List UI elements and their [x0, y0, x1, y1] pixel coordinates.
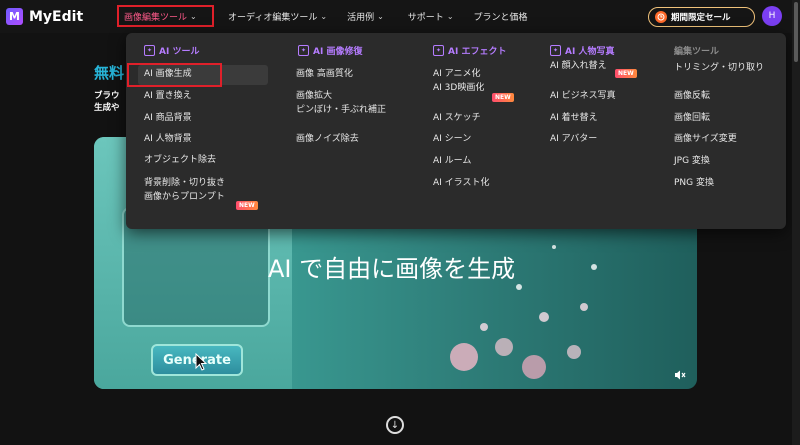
nav-image-tools-label: 画像編集ツール	[124, 12, 188, 23]
column-heading: ✦ AI ツール	[144, 43, 199, 57]
page: M MyEdit 画像編集ツール ⌄ オーディオ編集ツール ⌄ 活用例 ⌄ サポ…	[0, 0, 800, 445]
menu-item[interactable]: 画像サイズ変更	[674, 134, 737, 145]
column-ai-restore: ✦ AI 画像修復	[298, 43, 362, 57]
nav-image-tools[interactable]: 画像編集ツール ⌄	[117, 5, 214, 27]
column-heading: ✦ AI 人物写真	[550, 43, 614, 57]
menu-item[interactable]: AI アニメ化	[433, 69, 481, 80]
menu-item[interactable]: トリミング・切り取り	[674, 63, 764, 74]
hero-title: 無料	[94, 64, 125, 82]
sale-label: 期間限定セール	[671, 13, 731, 23]
menu-item[interactable]: AI 顔入れ替え	[550, 61, 610, 72]
new-badge: NEW	[492, 93, 514, 102]
nav-use-cases-label: 活用例	[347, 12, 375, 23]
menu-item[interactable]: AI 人物背景	[144, 134, 192, 145]
scrollbar-thumb[interactable]	[794, 2, 798, 62]
column-ai-effects: ✦ AI エフェクト	[433, 43, 506, 57]
menu-item[interactable]: オブジェクト除去	[144, 155, 216, 166]
column-heading: ✦ AI 画像修復	[298, 43, 362, 57]
nav-support[interactable]: サポート ⌄	[402, 5, 460, 27]
nav-audio-tools[interactable]: オーディオ編集ツール ⌄	[222, 5, 333, 27]
nav-audio-tools-label: オーディオ編集ツール	[228, 12, 318, 23]
avatar[interactable]: H	[762, 6, 782, 26]
menu-item[interactable]: 画像ノイズ除去	[296, 134, 359, 145]
column-ai-portrait: ✦ AI 人物写真	[550, 43, 614, 57]
scroll-down-icon[interactable]: ↓	[386, 416, 404, 434]
menu-item[interactable]: AI 3D映画化	[433, 83, 487, 94]
scrollbar[interactable]	[792, 0, 800, 445]
ai-sparkle-icon: ✦	[298, 44, 309, 56]
new-badge: NEW	[615, 69, 637, 78]
ai-sparkle-icon: ✦	[433, 44, 444, 56]
menu-item[interactable]: AI アバター	[550, 134, 597, 145]
nav-use-cases[interactable]: 活用例 ⌄	[341, 5, 390, 27]
menu-item[interactable]: AI ビジネス写真	[550, 91, 616, 102]
paint-splash-image	[450, 245, 597, 379]
mouse-cursor-icon	[195, 353, 208, 371]
column-heading-label: AI ツール	[159, 46, 200, 57]
chevron-down-icon: ⌄	[446, 11, 454, 21]
column-heading-label: AI 画像修復	[313, 46, 363, 57]
ai-sparkle-icon: ✦	[144, 44, 155, 56]
sale-button[interactable]: 期間限定セール	[648, 7, 755, 27]
chevron-down-icon: ⌄	[377, 11, 384, 21]
menu-item[interactable]: 画像回転	[674, 113, 710, 124]
nav-support-label: サポート	[407, 12, 444, 23]
logo[interactable]: M MyEdit	[6, 8, 83, 25]
video-overlay-text: AI で自由に画像を生成	[268, 255, 516, 283]
hero-subtitle: ブラウ 生成や	[94, 90, 120, 114]
column-heading: ✦ AI エフェクト	[433, 43, 506, 57]
menu-item[interactable]: AI スケッチ	[433, 113, 481, 124]
mute-icon[interactable]	[674, 369, 688, 383]
chevron-down-icon: ⌄	[320, 11, 328, 21]
nav-pricing-label: プランと価格	[473, 12, 528, 23]
menu-item[interactable]: 画像反転	[674, 91, 710, 102]
menu-item[interactable]: PNG 変換	[674, 178, 714, 189]
new-badge: NEW	[236, 201, 258, 210]
menu-item[interactable]: AI シーン	[433, 134, 471, 145]
menu-item[interactable]: JPG 変換	[674, 156, 710, 167]
chevron-down-icon: ⌄	[190, 11, 197, 21]
highlight-box	[127, 63, 222, 87]
menu-item[interactable]: 背景削除・切り抜き	[144, 178, 225, 189]
hero-subtitle-line2: 生成や	[94, 103, 120, 113]
menu-item[interactable]: AI ルーム	[433, 156, 471, 167]
column-ai-tools: ✦ AI ツール	[144, 43, 199, 57]
app-name: MyEdit	[29, 8, 84, 25]
menu-item[interactable]: 画像拡大	[296, 91, 332, 102]
hero-subtitle-line1: ブラウ	[94, 91, 120, 101]
clock-icon	[655, 11, 667, 23]
column-heading: 編集ツール	[674, 46, 720, 57]
top-nav: M MyEdit 画像編集ツール ⌄ オーディオ編集ツール ⌄ 活用例 ⌄ サポ…	[0, 0, 800, 33]
main-menu: 画像編集ツール ⌄ オーディオ編集ツール ⌄ 活用例 ⌄ サポート ⌄ プランと…	[117, 5, 534, 27]
ai-sparkle-icon: ✦	[550, 44, 561, 56]
menu-item[interactable]: 画像 高画質化	[296, 69, 353, 80]
menu-item[interactable]: AI 置き換え	[144, 91, 192, 102]
logo-icon: M	[6, 8, 23, 25]
menu-item[interactable]: AI イラスト化	[433, 178, 490, 189]
image-tools-dropdown: ✦ AI ツール AI 画像生成 AI 置き換え AI 商品背景 AI 人物背景…	[126, 33, 786, 229]
nav-pricing[interactable]: プランと価格	[468, 5, 534, 27]
menu-item[interactable]: ピンぼけ・手ぶれ補正	[296, 105, 388, 116]
menu-item[interactable]: AI 商品背景	[144, 113, 192, 124]
menu-item[interactable]: 画像からプロンプト	[144, 192, 232, 203]
menu-item[interactable]: AI 着せ替え	[550, 113, 598, 124]
column-heading-label: AI エフェクト	[448, 46, 507, 57]
column-edit-tools: 編集ツール	[674, 43, 719, 57]
column-heading-label: AI 人物写真	[565, 46, 615, 57]
